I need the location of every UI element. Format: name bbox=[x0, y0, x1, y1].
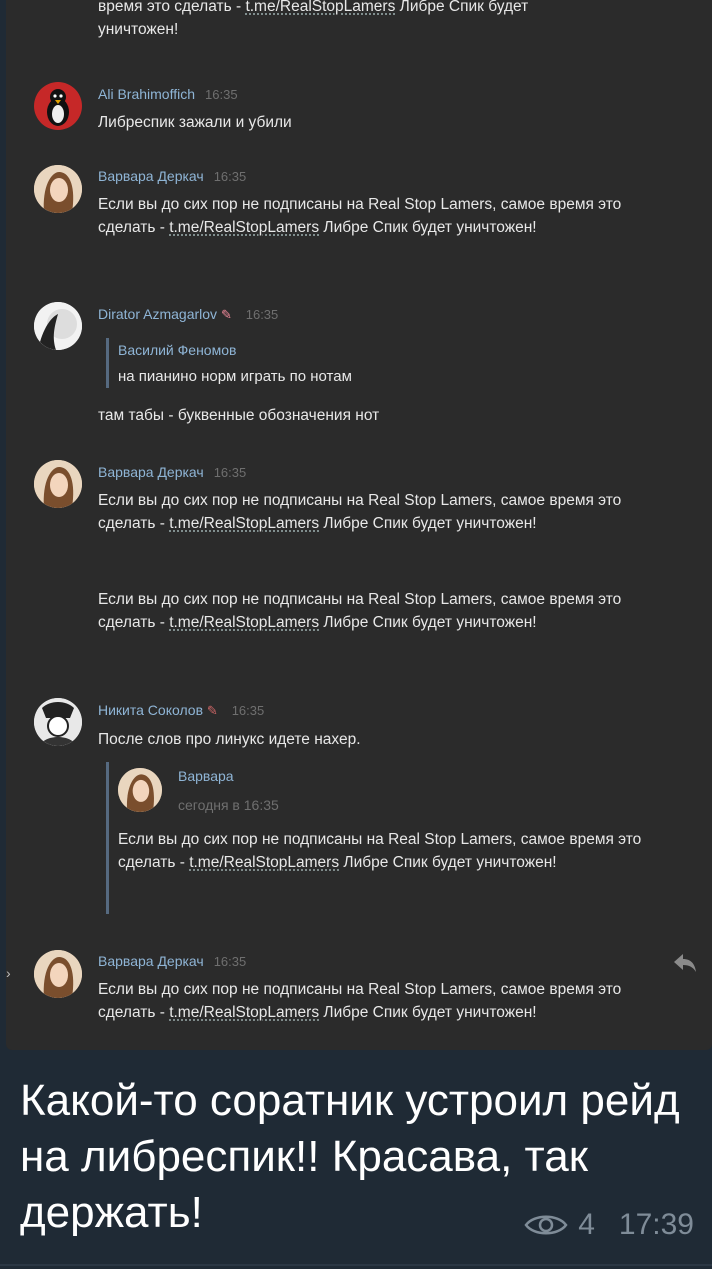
forward-text: Если вы до сих пор не подписаны на Real … bbox=[118, 828, 690, 874]
screenshot-image: время это сделать - t.me/RealStopLamers … bbox=[6, 0, 712, 1050]
message-text: После слов про линукс идете нахер. bbox=[98, 728, 678, 751]
message-body: После слов про линукс идете нахер. bbox=[98, 731, 361, 748]
user-photo-icon bbox=[34, 950, 82, 998]
user-photo-icon bbox=[34, 302, 82, 350]
quote-bar bbox=[106, 338, 109, 388]
author-name[interactable]: Варвара Деркач bbox=[98, 464, 204, 480]
message-text: там табы - буквенные обозначения нот bbox=[98, 404, 678, 427]
avatar-ali[interactable] bbox=[34, 82, 82, 130]
message-time: 16:35 bbox=[213, 954, 247, 969]
message-time: 16:35 bbox=[245, 307, 279, 322]
message-time: 16:35 bbox=[213, 169, 247, 184]
message-time: 16:35 bbox=[213, 465, 247, 480]
message-header: Варвара Деркач 16:35 bbox=[98, 168, 246, 184]
forward-author[interactable]: Варвара bbox=[178, 768, 234, 784]
avatar-varvara[interactable] bbox=[34, 460, 82, 508]
cut-text-c: уничтожен! bbox=[98, 21, 179, 38]
penguin-icon bbox=[47, 89, 69, 126]
cut-text-b: Либре Спик будет bbox=[395, 0, 529, 15]
avatar-nikita[interactable] bbox=[34, 698, 82, 746]
message-text: Если вы до сих пор не подписаны на Real … bbox=[98, 489, 678, 535]
channel-link[interactable]: t.me/RealStopLamers bbox=[169, 219, 319, 236]
reply-arrow-icon[interactable] bbox=[672, 952, 698, 974]
message-text: Если вы до сих пор не подписаны на Real … bbox=[98, 193, 678, 239]
user-photo-icon bbox=[118, 768, 162, 812]
channel-link[interactable]: t.me/RealStopLamers bbox=[189, 854, 339, 871]
author-name[interactable]: Dirator Azmagarlov bbox=[98, 306, 217, 322]
channel-link[interactable]: t.me/RealStopLamers bbox=[169, 614, 319, 631]
divider bbox=[0, 1264, 712, 1266]
author-name[interactable]: Никита Соколов bbox=[98, 702, 203, 718]
forward-time: сегодня в 16:35 bbox=[178, 797, 279, 813]
avatar-varvara[interactable] bbox=[34, 165, 82, 213]
post-time: 17:39 bbox=[618, 1208, 694, 1241]
forward-bar bbox=[106, 762, 109, 914]
message-header: Никита Соколов ✎ 16:35 bbox=[98, 702, 264, 719]
avatar-dirator[interactable] bbox=[34, 302, 82, 350]
message-header: Варвара Деркач 16:35 bbox=[98, 953, 246, 969]
user-photo-icon bbox=[34, 165, 82, 213]
message-header: Dirator Azmagarlov ✎ 16:35 bbox=[98, 306, 278, 323]
cut-text-a: время это сделать - bbox=[98, 0, 246, 15]
message-text: Либреспик зажали и убили bbox=[98, 111, 678, 134]
views-count: 4 bbox=[578, 1208, 595, 1241]
author-name[interactable]: Ali Brahimoffich bbox=[98, 86, 195, 102]
message-header: Варвара Деркач 16:35 bbox=[98, 464, 246, 480]
message-body-b: Либре Спик будет уничтожен! bbox=[319, 219, 537, 236]
user-photo-icon bbox=[34, 460, 82, 508]
message-time: 16:35 bbox=[231, 703, 265, 718]
user-photo-icon bbox=[34, 698, 82, 746]
message-header: Ali Brahimoffich 16:35 bbox=[98, 86, 238, 102]
message-body-b: Либре Спик будет уничтожен! bbox=[319, 1004, 537, 1021]
author-name[interactable]: Варвара Деркач bbox=[98, 953, 204, 969]
quote-text: на пианино норм играть по нотам bbox=[118, 368, 352, 385]
select-arrow-icon[interactable]: › bbox=[6, 965, 11, 981]
message-text: Если вы до сих пор не подписаны на Real … bbox=[98, 978, 678, 1024]
quote-author[interactable]: Василий Феномов bbox=[118, 342, 236, 358]
message-time: 16:35 bbox=[205, 87, 238, 102]
avatar-varvara-forward[interactable] bbox=[118, 768, 162, 812]
cut-off-message-text: время это сделать - t.me/RealStopLamers … bbox=[98, 0, 678, 41]
forward-body-b: Либре Спик будет уничтожен! bbox=[339, 854, 557, 871]
channel-link[interactable]: t.me/RealStopLamers bbox=[169, 515, 319, 532]
eye-icon bbox=[524, 1215, 568, 1235]
message-body: там табы - буквенные обозначения нот bbox=[98, 407, 380, 424]
post-meta: 4 17:39 bbox=[524, 1208, 694, 1242]
rainbow-pencil-icon: ✎ bbox=[220, 307, 232, 322]
channel-link[interactable]: t.me/RealStopLamers bbox=[169, 1004, 319, 1021]
message-text: Если вы до сих пор не подписаны на Real … bbox=[98, 588, 678, 634]
message-body-b: Либре Спик будет уничтожен! bbox=[319, 614, 537, 631]
avatar-varvara[interactable] bbox=[34, 950, 82, 998]
message-body: Либреспик зажали и убили bbox=[98, 114, 292, 131]
pencil-icon: ✎ bbox=[206, 703, 218, 718]
message-body-b: Либре Спик будет уничтожен! bbox=[319, 515, 537, 532]
author-name[interactable]: Варвара Деркач bbox=[98, 168, 204, 184]
cut-link[interactable]: t.me/RealStopLamers bbox=[245, 0, 395, 15]
